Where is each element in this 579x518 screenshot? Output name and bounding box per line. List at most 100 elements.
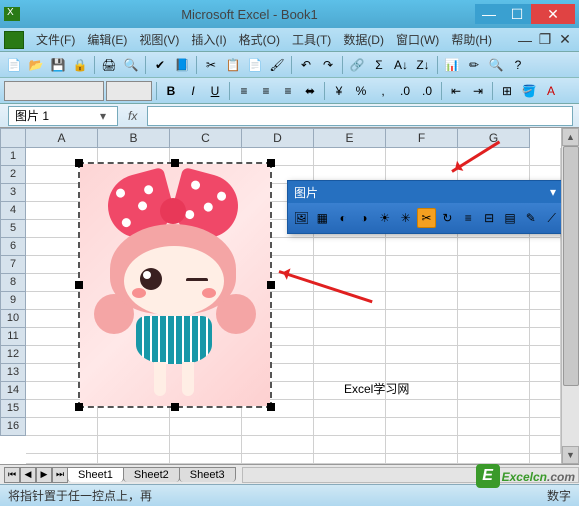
row-header[interactable]: 1 [0,148,26,166]
resize-handle-tl[interactable] [75,159,83,167]
merge-center-button[interactable]: ⬌ [300,81,320,101]
tab-nav-next[interactable]: ▶ [36,467,52,483]
copy-button[interactable]: 📋 [223,55,243,75]
resize-handle-tm[interactable] [171,159,179,167]
resize-handle-mr[interactable] [267,281,275,289]
row-header[interactable]: 5 [0,220,26,238]
font-color-button[interactable]: A [541,81,561,101]
hyperlink-button[interactable]: 🔗 [347,55,367,75]
research-button[interactable]: 📘 [172,55,192,75]
font-name-dropdown[interactable] [4,81,104,101]
maximize-button[interactable]: ☐ [503,4,531,24]
decrease-decimal-button[interactable]: .0 [417,81,437,101]
chart-button[interactable]: 📊 [442,55,462,75]
row-header[interactable]: 13 [0,364,26,382]
close-button[interactable]: ✕ [531,4,575,24]
less-brightness-button[interactable]: ✳ [396,208,415,228]
menu-data[interactable]: 数据(D) [337,29,390,50]
format-picture-button[interactable]: ✎ [521,208,540,228]
underline-button[interactable]: U [205,81,225,101]
row-header[interactable]: 2 [0,166,26,184]
color-button[interactable]: ▦ [313,208,332,228]
currency-button[interactable]: ¥ [329,81,349,101]
permission-button[interactable]: 🔒 [70,55,90,75]
text-wrap-button[interactable]: ▤ [501,208,520,228]
sheet-tab-1[interactable]: Sheet1 [67,467,124,482]
row-header[interactable]: 14 [0,382,26,400]
tab-nav-first[interactable]: ⏮ [4,467,20,483]
save-button[interactable]: 💾 [48,55,68,75]
fill-color-button[interactable]: 🪣 [519,81,539,101]
menu-format[interactable]: 格式(O) [233,29,286,50]
drawing-button[interactable]: ✏ [464,55,484,75]
italic-button[interactable]: I [183,81,203,101]
menu-edit[interactable]: 编辑(E) [81,29,133,50]
doc-close-button[interactable]: ✕ [555,30,575,50]
increase-indent-button[interactable]: ⇥ [468,81,488,101]
resize-handle-bm[interactable] [171,403,179,411]
tab-nav-prev[interactable]: ◀ [20,467,36,483]
col-header-f[interactable]: F [386,128,458,148]
col-header-d[interactable]: D [242,128,314,148]
scroll-up-button[interactable]: ▲ [562,128,579,146]
sheet-tab-2[interactable]: Sheet2 [123,467,180,482]
sheet-tab-3[interactable]: Sheet3 [179,467,236,482]
cut-button[interactable]: ✂ [201,55,221,75]
less-contrast-button[interactable]: ◑ [355,208,374,228]
row-header[interactable]: 4 [0,202,26,220]
resize-handle-bl[interactable] [75,403,83,411]
redo-button[interactable]: ↷ [318,55,338,75]
resize-handle-tr[interactable] [267,159,275,167]
name-box[interactable]: 图片 1 ▾ [8,106,118,126]
format-painter-button[interactable]: 🖌 [267,55,287,75]
row-header[interactable]: 9 [0,292,26,310]
fx-label[interactable]: fx [118,109,147,123]
row-header[interactable]: 12 [0,346,26,364]
picture-toolbar[interactable]: 图片 ▾ ✕ 🖼 ▦ ◐ ◑ ☀ ✳ ✂ ↻ ≡ ⊟ ▤ ✎ ⟋ ↺ [287,180,579,234]
resize-handle-br[interactable] [267,403,275,411]
print-button[interactable]: 🖨 [99,55,119,75]
line-style-button[interactable]: ≡ [459,208,478,228]
comma-button[interactable]: , [373,81,393,101]
row-header[interactable]: 8 [0,274,26,292]
more-brightness-button[interactable]: ☀ [375,208,394,228]
align-left-button[interactable]: ≡ [234,81,254,101]
scroll-down-button[interactable]: ▼ [562,446,579,464]
sort-asc-button[interactable]: A↓ [391,55,411,75]
set-transparent-button[interactable]: ⟋ [542,208,561,228]
row-header[interactable]: 7 [0,256,26,274]
select-all-corner[interactable] [0,128,26,148]
percent-button[interactable]: % [351,81,371,101]
more-contrast-button[interactable]: ◐ [334,208,353,228]
new-button[interactable]: 📄 [4,55,24,75]
font-size-dropdown[interactable] [106,81,152,101]
row-header[interactable]: 11 [0,328,26,346]
spelling-button[interactable]: ✔ [150,55,170,75]
compress-button[interactable]: ⊟ [480,208,499,228]
menu-insert[interactable]: 插入(I) [185,29,232,50]
cell-grid[interactable]: document.write(Array.from({length:8},(_,… [26,148,561,464]
undo-button[interactable]: ↶ [296,55,316,75]
resize-handle-ml[interactable] [75,281,83,289]
doc-restore-button[interactable]: ❐ [535,30,555,50]
tab-nav-last[interactable]: ⏭ [52,467,68,483]
name-box-dropdown-icon[interactable]: ▾ [95,109,111,123]
row-header[interactable]: 6 [0,238,26,256]
menu-window[interactable]: 窗口(W) [390,29,445,50]
col-header-c[interactable]: C [170,128,242,148]
col-header-a[interactable]: A [26,128,98,148]
bold-button[interactable]: B [161,81,181,101]
zoom-button[interactable]: 🔍 [486,55,506,75]
sort-desc-button[interactable]: Z↓ [413,55,433,75]
help-button[interactable]: ? [508,55,528,75]
formula-bar[interactable] [147,106,573,126]
row-header[interactable]: 3 [0,184,26,202]
minimize-button[interactable]: — [475,4,503,24]
col-header-b[interactable]: B [98,128,170,148]
rotate-button[interactable]: ↻ [438,208,457,228]
align-center-button[interactable]: ≡ [256,81,276,101]
row-header[interactable]: 10 [0,310,26,328]
app-menu-icon[interactable] [4,31,24,49]
col-header-e[interactable]: E [314,128,386,148]
row-header[interactable]: 16 [0,418,26,436]
